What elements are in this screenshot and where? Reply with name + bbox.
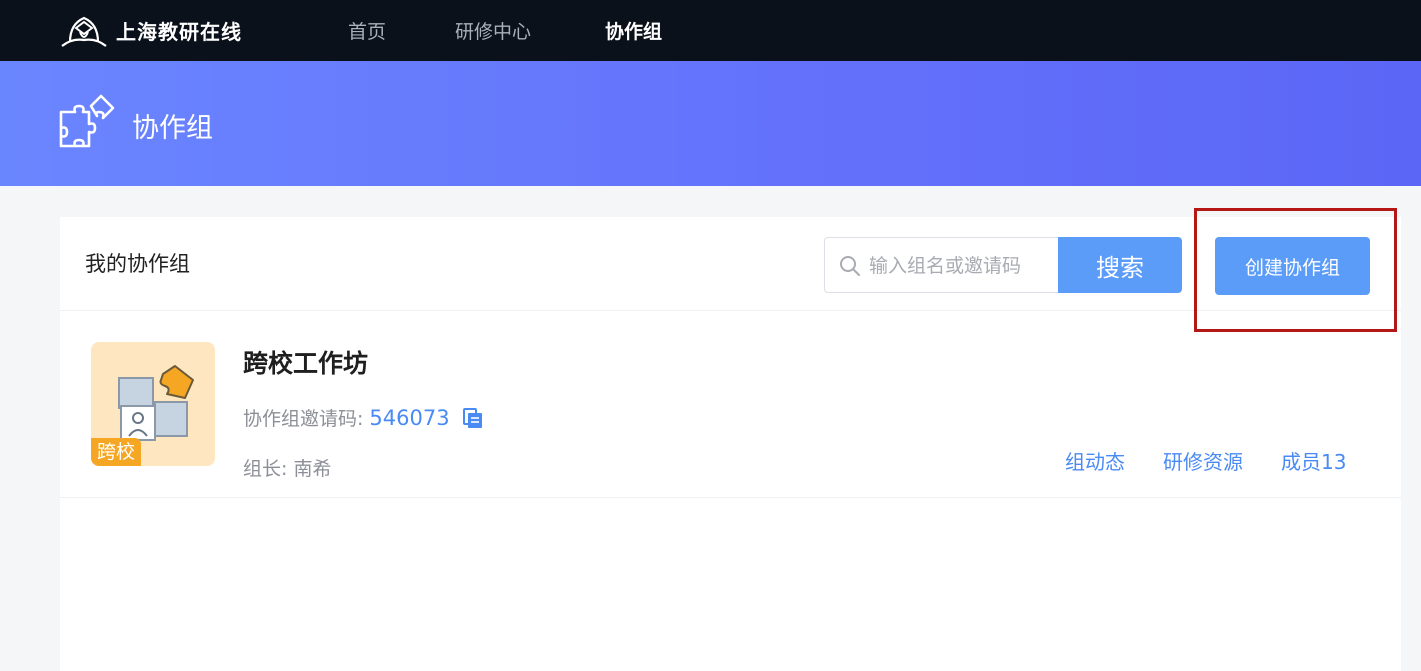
puzzle-cover-icon	[118, 365, 194, 441]
page-banner: 协作组	[0, 61, 1421, 186]
nav-collaboration-group[interactable]: 协作组	[605, 17, 662, 44]
group-resources-link[interactable]: 研修资源	[1163, 446, 1243, 475]
group-actions: 组动态 研修资源 成员13	[1065, 446, 1346, 475]
group-cover[interactable]: 跨校	[91, 342, 215, 466]
leader-name: 南希	[293, 458, 332, 480]
search-box[interactable]	[824, 237, 1058, 293]
brand[interactable]: 上海教研在线	[58, 8, 242, 52]
panel-title: 我的协作组	[85, 252, 190, 276]
leader-label: 组长:	[243, 458, 288, 480]
search-button[interactable]: 搜索	[1058, 237, 1182, 293]
search-input[interactable]	[867, 248, 1057, 284]
search-icon	[840, 256, 860, 276]
brand-name: 上海教研在线	[116, 19, 242, 44]
top-navbar: 上海教研在线 首页 研修中心 协作组	[0, 0, 1421, 61]
group-list-item[interactable]: 跨校 跨校工作坊 协作组邀请码: 546073 组长: 南希 组动态 研修资源 …	[60, 311, 1401, 498]
group-activity-link[interactable]: 组动态	[1065, 446, 1125, 475]
create-group-button[interactable]: 创建协作组	[1215, 237, 1370, 295]
invite-code-value: 546073	[369, 405, 450, 430]
puzzle-icon	[59, 94, 115, 148]
group-name[interactable]: 跨校工作坊	[243, 344, 368, 380]
my-groups-panel: 我的协作组 搜索 创建协作组 跨校 跨校工作坊 协作组邀请码:	[60, 217, 1401, 671]
group-type-badge: 跨校	[91, 438, 142, 466]
nav-training-center[interactable]: 研修中心	[455, 17, 531, 44]
invite-code-row: 协作组邀请码: 546073	[243, 404, 484, 431]
invite-code-label: 协作组邀请码:	[243, 408, 364, 430]
page-title: 协作组	[132, 113, 213, 144]
group-members-link[interactable]: 成员13	[1281, 446, 1346, 475]
nav-home[interactable]: 首页	[348, 17, 386, 44]
graduation-logo-icon	[61, 16, 107, 47]
group-leader: 组长: 南希	[243, 454, 331, 481]
panel-header: 我的协作组 搜索 创建协作组	[60, 217, 1401, 311]
copy-icon[interactable]	[462, 407, 484, 429]
